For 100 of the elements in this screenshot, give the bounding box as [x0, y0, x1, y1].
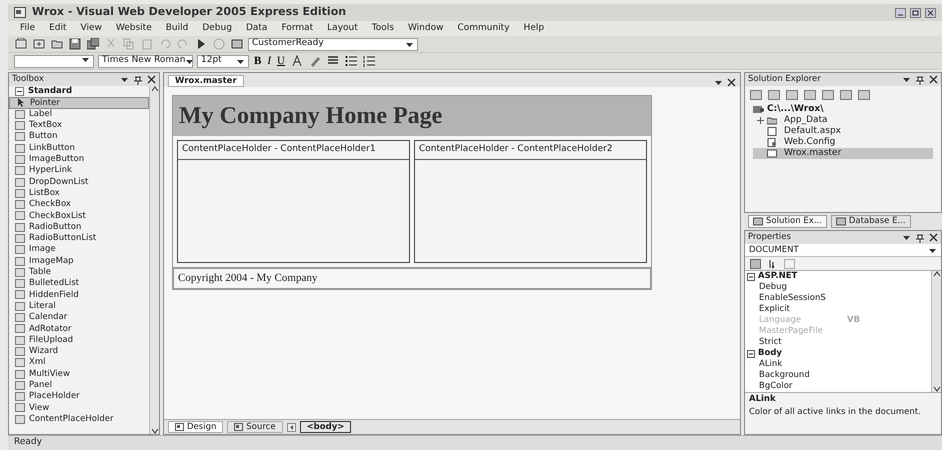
toolbox-item[interactable]: HyperLink [9, 165, 149, 176]
scroll-up-icon[interactable] [150, 86, 158, 92]
scrollbar[interactable] [931, 271, 941, 392]
object-selector[interactable]: DOCUMENT [745, 244, 941, 257]
property-name[interactable]: ALink [759, 358, 847, 371]
property-name[interactable]: Background [759, 369, 847, 382]
pin-icon[interactable] [133, 74, 143, 84]
toolbox-item[interactable]: Literal [9, 300, 149, 312]
property-name[interactable]: BgColor [759, 380, 847, 393]
toolbox-item[interactable]: MultiView [9, 368, 149, 380]
toolbox-item[interactable]: FileUpload [9, 334, 149, 346]
menu-item[interactable]: Build [166, 22, 188, 36]
pin-icon[interactable] [915, 232, 925, 242]
tree-node[interactable]: Web.Config [753, 137, 933, 148]
toolbox-item[interactable]: ImageMap [9, 255, 149, 267]
toolbox-item[interactable]: PlaceHolder [9, 391, 149, 402]
close-icon[interactable] [147, 75, 156, 84]
tree-node[interactable]: C:\...\Wrox\ [753, 104, 933, 115]
toolbar-button[interactable] [326, 55, 340, 67]
toolbar-button[interactable] [749, 257, 762, 270]
toolbar-button[interactable] [86, 38, 100, 50]
pin-icon[interactable] [915, 74, 925, 84]
toolbox-item[interactable]: View [9, 402, 149, 414]
toolbox-item[interactable]: AdRotator [9, 323, 149, 335]
tree-node[interactable]: App_Data [753, 115, 933, 126]
close-icon[interactable] [929, 233, 938, 242]
close-icon[interactable] [929, 75, 938, 84]
toolbox-item[interactable]: ContentPlaceHolder [9, 414, 149, 425]
panel-tab[interactable]: Database E... [830, 215, 911, 228]
toolbox-item[interactable]: HiddenField [9, 289, 149, 301]
content-placeholder[interactable]: ContentPlaceHolder - ContentPlaceHolder1 [177, 140, 410, 263]
close-icon[interactable] [925, 8, 936, 18]
property-name[interactable]: Strict [759, 336, 847, 349]
property-name[interactable]: Debug [759, 281, 847, 294]
view-tab[interactable]: Source [227, 421, 283, 433]
format-button[interactable]: U [276, 56, 286, 66]
toolbox-item[interactable]: BulletedList [9, 278, 149, 290]
menu-item[interactable]: Community [457, 22, 510, 36]
dropdown-icon[interactable] [902, 75, 911, 84]
tree-node[interactable]: Wrox.master [753, 148, 933, 159]
toolbox-item[interactable]: Pointer [9, 97, 149, 109]
property-name[interactable]: EnableSessionS [759, 292, 847, 305]
view-tab[interactable]: Design [168, 421, 224, 433]
document-tab[interactable]: Wrox.master [168, 75, 244, 87]
property-name[interactable]: Explicit [759, 303, 847, 316]
dropdown-icon[interactable] [120, 75, 129, 84]
toolbox-item[interactable]: Image [9, 244, 149, 256]
toolbox-item[interactable]: Table [9, 266, 149, 278]
configuration-combo[interactable]: CustomerReady [248, 38, 418, 50]
menu-item[interactable]: Format [281, 22, 314, 36]
menu-item[interactable]: Data [246, 22, 268, 36]
menu-item[interactable]: Layout [327, 22, 358, 36]
toolbar-button[interactable] [32, 38, 46, 50]
toolbox-item[interactable]: Wizard [9, 346, 149, 358]
minimize-icon[interactable] [895, 8, 906, 18]
scroll-down-icon[interactable] [150, 428, 158, 434]
menu-item[interactable]: Website [116, 22, 152, 36]
dropdown-icon[interactable] [81, 55, 90, 64]
toolbar-button[interactable] [344, 55, 358, 67]
menu-item[interactable]: View [80, 22, 102, 36]
size-combo[interactable]: 12pt [197, 54, 249, 68]
content-placeholder[interactable]: ContentPlaceHolder - ContentPlaceHolder2 [414, 140, 647, 263]
tag-breadcrumb[interactable]: <body> [300, 421, 352, 433]
font-combo[interactable]: Times New Roman [98, 54, 193, 68]
toolbox-item[interactable]: Button [9, 131, 149, 142]
toolbar-button[interactable] [68, 38, 82, 50]
toolbox-item[interactable]: Calendar [9, 312, 149, 324]
toolbox-item[interactable]: Label [9, 108, 149, 120]
toolbox-group[interactable]: Standard [9, 86, 149, 98]
toolbox-item[interactable]: DropDownList [9, 176, 149, 188]
scroll-left-icon[interactable] [286, 422, 296, 432]
format-button[interactable]: B [253, 56, 262, 66]
menu-item[interactable]: Window [408, 22, 444, 36]
property-category[interactable]: Body [745, 348, 931, 359]
toolbox-item[interactable]: ListBox [9, 188, 149, 199]
scroll-down-icon[interactable] [932, 386, 940, 392]
dropdown-icon[interactable] [902, 233, 911, 242]
close-icon[interactable] [727, 78, 736, 87]
panel-tab[interactable]: Solution Ex... [748, 215, 827, 228]
menu-item[interactable]: Help [524, 22, 544, 36]
scroll-up-icon[interactable] [932, 271, 940, 277]
maximize-icon[interactable] [910, 8, 921, 18]
scrollbar[interactable] [149, 86, 159, 434]
menu-item[interactable]: Tools [372, 22, 394, 36]
toolbar-button[interactable] [50, 38, 64, 50]
toolbox-item[interactable]: LinkButton [9, 142, 149, 154]
toolbox-item[interactable]: CheckBoxList [9, 210, 149, 222]
menu-item[interactable]: File [20, 22, 36, 36]
menu-item[interactable]: Edit [49, 22, 66, 36]
toolbox-item[interactable]: CheckBox [9, 198, 149, 210]
tree-node[interactable]: Default.aspx [753, 126, 933, 137]
menu-item[interactable]: Debug [202, 22, 232, 36]
toolbox-item[interactable]: TextBox [9, 120, 149, 132]
property-category[interactable]: ASP.NET [745, 271, 931, 282]
toolbox-item[interactable]: Xml [9, 357, 149, 368]
toolbox-item[interactable]: Panel [9, 380, 149, 392]
toolbar-button[interactable] [362, 55, 376, 67]
format-button[interactable]: I [266, 56, 272, 66]
toolbar-button[interactable] [290, 55, 304, 67]
toolbox-item[interactable]: RadioButtonList [9, 232, 149, 244]
